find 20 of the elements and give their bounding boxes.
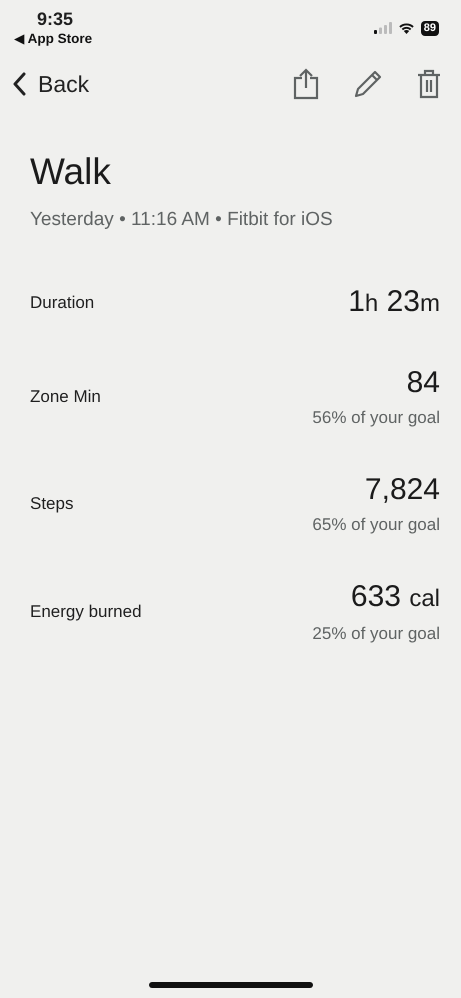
- trash-icon[interactable]: [417, 69, 441, 99]
- pencil-icon[interactable]: [353, 69, 383, 99]
- status-time: 9:35: [37, 8, 74, 30]
- share-icon[interactable]: [293, 68, 319, 100]
- metric-label: Zone Min: [30, 387, 101, 407]
- metric-label: Steps: [30, 494, 74, 514]
- back-to-app-link[interactable]: ◀ App Store: [14, 30, 92, 48]
- metric-value: 633 cal: [350, 579, 440, 615]
- battery-level: 89: [420, 20, 439, 36]
- metric-label: Energy burned: [30, 602, 142, 622]
- back-button[interactable]: Back: [12, 70, 90, 98]
- metric-value: 1h 23m: [348, 284, 440, 320]
- activity-title: Walk: [30, 150, 112, 194]
- metric-value: 7,824: [364, 472, 440, 508]
- signal-icon: [374, 22, 392, 34]
- metric-label: Duration: [30, 293, 94, 313]
- chevron-left-icon: [12, 72, 26, 96]
- activity-details: Yesterday • 11:16 AM • Fitbit for iOS: [30, 208, 334, 232]
- metric-value: 84: [406, 365, 440, 401]
- wifi-icon: [398, 22, 415, 34]
